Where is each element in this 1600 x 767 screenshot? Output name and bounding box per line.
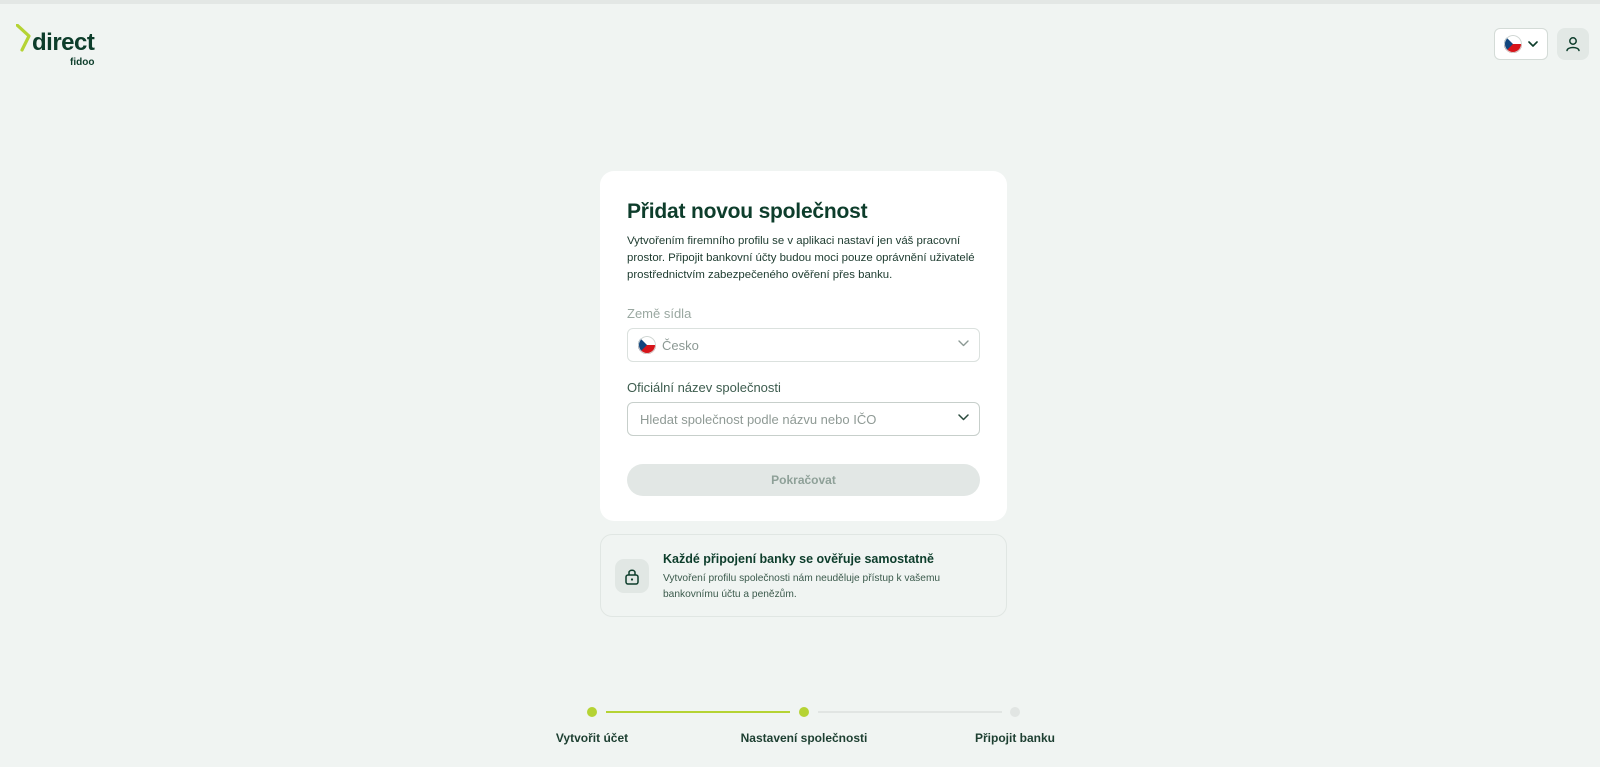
lock-icon-badge — [615, 559, 649, 593]
card-description: Vytvořením firemního profilu se v aplika… — [627, 235, 975, 281]
info-text: Vytvoření profilu společnosti nám neuděl… — [663, 573, 941, 600]
step-label-create-account: Vytvořit účet — [555, 731, 629, 745]
info-card: Každé připojení banky se ověřuje samosta… — [600, 534, 1007, 617]
chevron-down-icon — [958, 340, 969, 347]
chevron-down-icon — [1528, 40, 1538, 47]
user-menu-button[interactable] — [1557, 28, 1589, 60]
logo-word: direct — [32, 29, 95, 56]
company-search-input[interactable]: Hledat společnost podle názvu nebo IČO — [627, 402, 980, 436]
country-value: Česko — [662, 337, 699, 353]
chevron-down-icon — [958, 414, 969, 421]
step-dot-create-account — [587, 707, 597, 717]
country-select[interactable]: Česko — [627, 328, 980, 362]
step-label-company-setup: Nastavení společnosti — [740, 731, 868, 745]
page-title: Přidat novou společnost — [627, 200, 868, 223]
info-title: Každé připojení banky se ověřuje samosta… — [663, 552, 934, 566]
direct-fidoo-logo[interactable]: direct fidoo — [16, 22, 98, 68]
country-label: Země sídla — [627, 306, 692, 321]
company-name-label: Oficiální název společnosti — [627, 380, 781, 395]
step-label-connect-bank: Připojit banku — [974, 731, 1055, 745]
language-select[interactable] — [1494, 28, 1548, 60]
step-line-pending — [818, 711, 1002, 713]
user-icon — [1566, 37, 1580, 52]
continue-button[interactable]: Pokračovat — [627, 464, 980, 496]
step-dot-connect-bank — [1010, 707, 1020, 717]
top-border — [0, 0, 1600, 4]
company-search-placeholder: Hledat společnost podle názvu nebo IČO — [640, 411, 877, 427]
czech-flag-icon — [1504, 35, 1522, 53]
step-dot-company-setup — [799, 707, 809, 717]
czech-flag-icon — [638, 336, 656, 354]
logo-sub: fidoo — [70, 57, 95, 68]
step-line-complete — [606, 711, 790, 713]
lock-icon — [625, 569, 639, 585]
add-company-card: Přidat novou společnost Vytvořením firem… — [600, 171, 1007, 521]
